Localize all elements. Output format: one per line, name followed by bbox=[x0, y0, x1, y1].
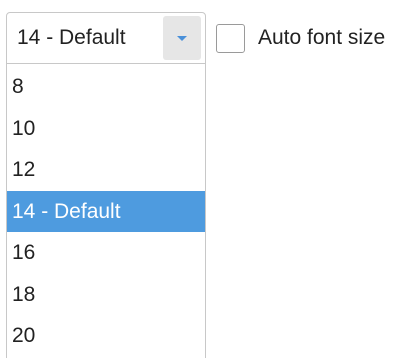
chevron-down-icon bbox=[177, 35, 187, 41]
font-size-toolbar: 14 - Default Auto font size 8 10 12 14 -… bbox=[0, 0, 419, 358]
auto-font-size-label[interactable]: Auto font size bbox=[258, 26, 385, 50]
font-size-option-12[interactable]: 12 bbox=[7, 149, 205, 191]
auto-font-size-checkbox[interactable] bbox=[216, 23, 245, 53]
font-size-option-14-default[interactable]: 14 - Default bbox=[7, 190, 205, 232]
font-size-dropdown-list: 8 10 12 14 - Default 16 18 20 bbox=[6, 64, 206, 358]
font-size-option-20[interactable]: 20 bbox=[7, 315, 205, 357]
font-size-select-value: 14 - Default bbox=[17, 26, 126, 49]
font-size-select-toggle-button[interactable] bbox=[163, 16, 201, 60]
font-size-option-18[interactable]: 18 bbox=[7, 274, 205, 316]
font-size-option-8[interactable]: 8 bbox=[7, 66, 205, 108]
font-size-select[interactable]: 14 - Default bbox=[6, 12, 206, 64]
font-size-option-10[interactable]: 10 bbox=[7, 108, 205, 150]
font-size-option-16[interactable]: 16 bbox=[7, 232, 205, 274]
auto-font-size-control[interactable]: Auto font size bbox=[216, 22, 385, 54]
